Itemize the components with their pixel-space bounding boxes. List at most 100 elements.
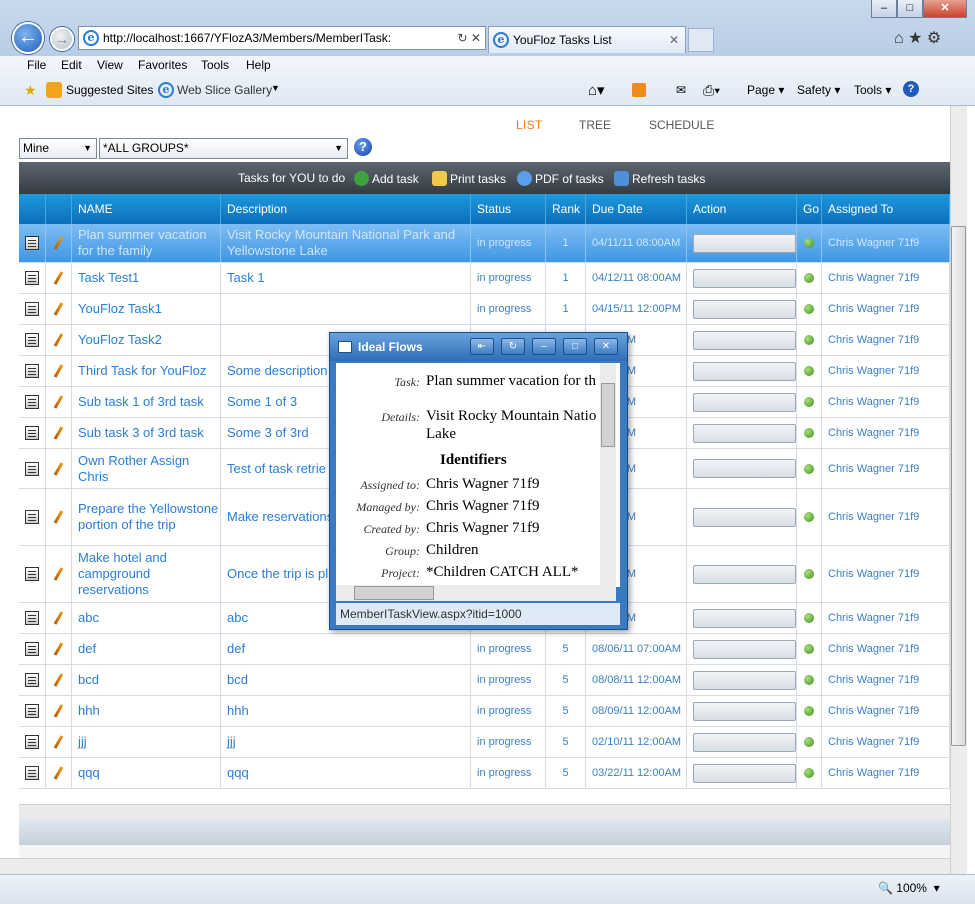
action-dropdown[interactable] bbox=[693, 670, 796, 690]
action-dropdown[interactable] bbox=[693, 330, 796, 350]
help-icon[interactable]: ? bbox=[903, 81, 919, 97]
go-icon[interactable] bbox=[804, 335, 814, 345]
view-details-icon[interactable] bbox=[25, 461, 39, 476]
task-name[interactable]: abc bbox=[72, 603, 221, 633]
table-row[interactable]: bcd bcd in progress 5 08/08/11 12:00AM Chris … bbox=[19, 665, 950, 696]
go-icon[interactable] bbox=[804, 644, 814, 654]
popup-minimize-button[interactable]: – bbox=[532, 338, 556, 355]
go-icon[interactable] bbox=[804, 463, 814, 474]
header-rank[interactable]: Rank bbox=[546, 194, 586, 224]
favorites-star-icon[interactable]: ★ bbox=[24, 82, 37, 99]
menu-help[interactable]: Help bbox=[246, 58, 271, 72]
home-icon[interactable]: ⌂▾ bbox=[588, 81, 605, 99]
task-name[interactable]: Prepare the Yellowstone portion of the t… bbox=[72, 489, 221, 545]
action-dropdown[interactable] bbox=[693, 459, 796, 478]
group-select[interactable]: *ALL GROUPS* ▼ bbox=[99, 138, 348, 159]
task-name[interactable]: qqq bbox=[72, 758, 221, 788]
menu-favorites[interactable]: Favorites bbox=[138, 58, 187, 72]
edit-pencil-icon[interactable] bbox=[53, 426, 64, 440]
action-dropdown[interactable] bbox=[693, 392, 796, 412]
edit-pencil-icon[interactable] bbox=[53, 567, 64, 581]
go-icon[interactable] bbox=[804, 238, 814, 248]
table-row[interactable] bbox=[19, 789, 950, 804]
action-dropdown[interactable] bbox=[693, 299, 796, 319]
popup-scroll-thumb[interactable] bbox=[601, 383, 615, 447]
action-dropdown[interactable] bbox=[693, 763, 796, 783]
refresh-tasks-button[interactable]: Refresh tasks bbox=[614, 171, 705, 186]
popup-close-button[interactable]: ✕ bbox=[594, 338, 618, 355]
page-horizontal-scrollbar[interactable] bbox=[0, 858, 950, 874]
go-icon[interactable] bbox=[804, 397, 814, 407]
task-description[interactable]: hhh bbox=[221, 696, 471, 726]
task-name[interactable]: YouFloz Task2 bbox=[72, 325, 221, 355]
mail-icon[interactable]: ✉ bbox=[676, 83, 686, 97]
edit-pencil-icon[interactable] bbox=[53, 673, 64, 687]
view-details-icon[interactable] bbox=[25, 364, 39, 378]
edit-pencil-icon[interactable] bbox=[53, 642, 64, 656]
edit-pencil-icon[interactable] bbox=[53, 611, 64, 625]
go-icon[interactable] bbox=[804, 675, 814, 685]
zoom-control[interactable]: 🔍 100% ▾ bbox=[878, 881, 940, 895]
menu-view[interactable]: View bbox=[97, 58, 123, 72]
view-details-icon[interactable] bbox=[25, 395, 39, 409]
tab-tree[interactable]: TREE bbox=[579, 118, 611, 132]
tab-list[interactable]: LIST bbox=[516, 118, 543, 132]
action-dropdown[interactable] bbox=[693, 639, 796, 659]
table-row[interactable]: jjj jjj in progress 5 02/10/11 12:00AM Chris … bbox=[19, 727, 950, 758]
view-details-icon[interactable] bbox=[25, 236, 39, 250]
view-details-icon[interactable] bbox=[25, 704, 39, 718]
back-icon[interactable]: ← bbox=[12, 22, 44, 54]
table-row[interactable]: hhh hhh in progress 5 08/09/11 12:00AM Chris … bbox=[19, 696, 950, 727]
web-slice-gallery-link[interactable]: Web Slice Gallery bbox=[177, 83, 272, 97]
view-details-icon[interactable] bbox=[25, 510, 39, 524]
pdf-tasks-button[interactable]: PDF of tasks bbox=[517, 171, 604, 186]
view-details-icon[interactable] bbox=[25, 642, 39, 656]
header-status[interactable]: Status bbox=[471, 194, 546, 224]
suggested-sites-link[interactable]: Suggested Sites bbox=[66, 83, 153, 97]
task-name[interactable]: Sub task 1 of 3rd task bbox=[72, 387, 221, 417]
edit-pencil-icon[interactable] bbox=[53, 364, 64, 378]
close-tab-icon[interactable]: ✕ bbox=[669, 27, 679, 53]
edit-pencil-icon[interactable] bbox=[53, 735, 64, 749]
view-details-icon[interactable] bbox=[25, 333, 39, 347]
go-icon[interactable] bbox=[804, 737, 814, 747]
header-due-date[interactable]: Due Date bbox=[586, 194, 687, 224]
header-name[interactable]: NAME bbox=[72, 194, 221, 224]
action-dropdown[interactable] bbox=[693, 361, 796, 381]
edit-pencil-icon[interactable] bbox=[53, 271, 64, 285]
table-row[interactable]: qqq qqq in progress 5 03/22/11 12:00AM Chris … bbox=[19, 758, 950, 789]
go-icon[interactable] bbox=[804, 304, 814, 314]
task-description[interactable]: qqq bbox=[221, 758, 471, 788]
view-details-icon[interactable] bbox=[25, 673, 39, 687]
go-icon[interactable] bbox=[804, 569, 814, 579]
view-details-icon[interactable] bbox=[25, 302, 39, 316]
header-action[interactable]: Action bbox=[687, 194, 797, 224]
edit-pencil-icon[interactable] bbox=[53, 510, 64, 524]
view-details-icon[interactable] bbox=[25, 735, 39, 749]
task-description[interactable]: bcd bbox=[221, 665, 471, 695]
task-name[interactable]: def bbox=[72, 634, 221, 664]
menu-tools[interactable]: Tools bbox=[201, 58, 229, 72]
safety-menu[interactable]: Safety ▾ bbox=[797, 83, 840, 97]
view-details-icon[interactable] bbox=[25, 611, 39, 625]
view-details-icon[interactable] bbox=[25, 567, 39, 581]
go-icon[interactable] bbox=[804, 512, 814, 522]
home-icon[interactable]: ⌂ ★ ⚙ bbox=[894, 28, 941, 48]
forward-icon[interactable]: → bbox=[50, 27, 74, 51]
edit-pencil-icon[interactable] bbox=[53, 333, 64, 347]
feeds-icon[interactable] bbox=[632, 83, 646, 97]
chevron-down-icon[interactable]: ▼ bbox=[271, 83, 280, 93]
print-icon[interactable]: ⎙▾ bbox=[703, 82, 720, 99]
popup-vertical-scrollbar[interactable] bbox=[600, 363, 616, 587]
action-dropdown[interactable] bbox=[693, 608, 796, 628]
tools-menu[interactable]: Tools ▾ bbox=[854, 83, 891, 97]
minimize-icon[interactable]: – bbox=[871, 0, 897, 18]
action-dropdown[interactable] bbox=[693, 564, 796, 584]
close-icon[interactable]: ✕ bbox=[923, 0, 967, 18]
edit-pencil-icon[interactable] bbox=[53, 302, 64, 316]
edit-pencil-icon[interactable] bbox=[53, 395, 64, 409]
menu-edit[interactable]: Edit bbox=[61, 58, 82, 72]
go-icon[interactable] bbox=[804, 273, 814, 283]
task-name[interactable]: Plan summer vacation for the family bbox=[72, 224, 221, 262]
refresh-icon[interactable]: ↻ ✕ bbox=[458, 27, 481, 49]
